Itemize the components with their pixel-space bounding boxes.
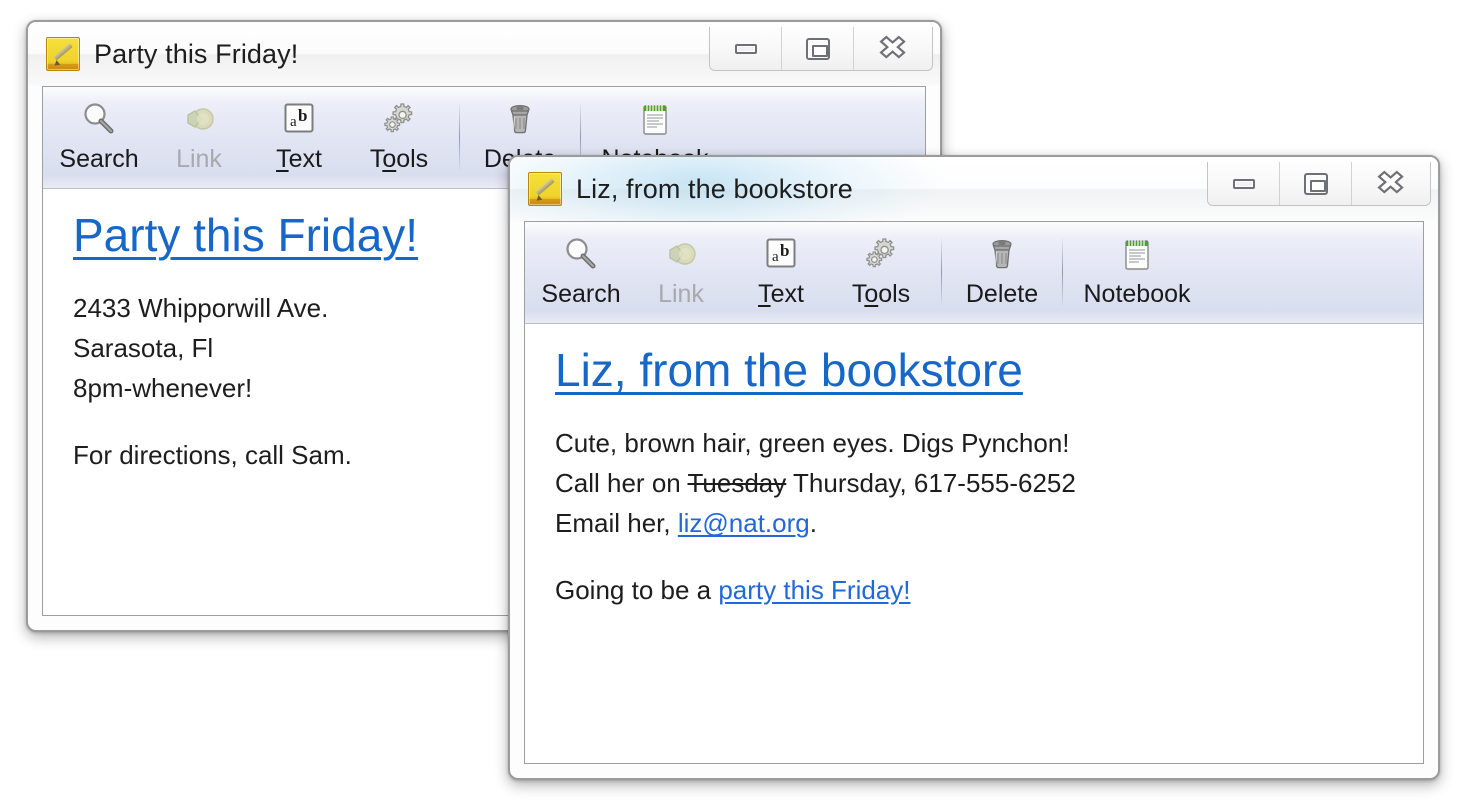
toolbar-button-text[interactable]: a b Text <box>249 87 349 188</box>
note-text: Cute, brown hair, green eyes. Digs Pynch… <box>555 423 1393 610</box>
close-button[interactable]: ✖ <box>854 27 932 70</box>
toolbar-label-tools: Tools <box>369 145 429 173</box>
ab-text-icon: a b <box>279 97 319 141</box>
toolbar-button-delete[interactable]: Delete <box>952 222 1052 323</box>
struck-text-tuesday: Tuesday <box>687 468 787 499</box>
note-line-prefix: Email her, <box>555 508 678 539</box>
toolbar-label-tools: Tools <box>851 280 911 308</box>
toolbar-button-tools[interactable]: Tools <box>831 222 931 323</box>
close-icon: ✖ <box>1375 165 1406 201</box>
restore-icon <box>1303 172 1328 195</box>
toolbar-button-search[interactable]: Search <box>49 87 149 188</box>
restore-button[interactable] <box>782 27 854 70</box>
ab-text-icon: a b <box>761 232 801 276</box>
note-line: Cute, brown hair, green eyes. Digs Pynch… <box>555 427 1070 458</box>
toolbar-button-notebook[interactable]: Notebook <box>1073 222 1201 323</box>
close-button[interactable]: ✖ <box>1352 162 1430 205</box>
gears-icon <box>861 232 901 276</box>
magnifier-icon <box>561 232 601 276</box>
email-link[interactable]: liz@nat.org <box>678 508 810 538</box>
notepad-icon <box>1117 232 1157 276</box>
svg-text:a: a <box>772 249 779 265</box>
desktop-background: Party this Friday! ✖ Search Link a b Tex… <box>0 0 1462 800</box>
note-line: Going to be a party this Friday! <box>555 570 1393 610</box>
window-liz-from-the-bookstore[interactable]: Liz, from the bookstore ✖ Search Link a … <box>508 155 1440 780</box>
toolbar-label-delete: Delete <box>965 280 1039 308</box>
party-this-friday-link[interactable]: party this Friday! <box>718 575 910 605</box>
minimize-button[interactable] <box>710 27 782 70</box>
toolbar-label-text: Text <box>758 280 804 308</box>
note-pencil-icon <box>46 37 80 71</box>
link-icon <box>661 232 701 276</box>
note-line-prefix: Call her on <box>555 468 688 499</box>
note-line: Email her, liz@nat.org. <box>555 503 1393 543</box>
magnifier-icon <box>79 97 119 141</box>
trashcan-icon <box>982 232 1022 276</box>
toolbar-button-link[interactable]: Link <box>149 87 249 188</box>
toolbar-button-search[interactable]: Search <box>531 222 631 323</box>
gears-icon <box>379 97 419 141</box>
titlebar[interactable]: Party this Friday! ✖ <box>28 22 940 86</box>
toolbar-button-tools[interactable]: Tools <box>349 87 449 188</box>
trashcan-icon <box>500 97 540 141</box>
window-client-area: Search Link <box>524 221 1424 764</box>
note-body-area: Liz, from the bookstore Cute, brown hair… <box>525 324 1423 763</box>
toolbar-label-search: Search <box>541 280 621 308</box>
toolbar-separator <box>941 238 942 306</box>
toolbar-label-text: Text <box>276 145 322 173</box>
toolbar-button-text[interactable]: a b Text <box>731 222 831 323</box>
svg-text:b: b <box>298 106 307 125</box>
titlebar[interactable]: Liz, from the bookstore ✖ <box>510 157 1438 221</box>
close-icon: ✖ <box>877 30 908 66</box>
toolbar-separator <box>459 103 460 171</box>
toolbar-label-notebook: Notebook <box>1083 280 1191 308</box>
svg-text:b: b <box>780 241 789 260</box>
restore-icon <box>805 37 830 60</box>
svg-text:a: a <box>290 114 297 130</box>
note-heading-link[interactable]: Liz, from the bookstore <box>555 344 1393 397</box>
note-line: Call her on Tuesday Thursday, 617-555-62… <box>555 463 1393 503</box>
minimize-button[interactable] <box>1208 162 1280 205</box>
note-blank-line <box>555 544 1393 570</box>
window-title: Liz, from the bookstore <box>576 173 853 204</box>
window-controls[interactable]: ✖ <box>1207 162 1431 206</box>
toolbar-label-link: Link <box>176 145 222 173</box>
note-line-suffix: Thursday, 617-555-6252 <box>786 468 1076 499</box>
notepad-icon <box>635 97 675 141</box>
note-line-suffix: . <box>809 508 817 539</box>
toolbar-label-link: Link <box>658 280 704 308</box>
restore-button[interactable] <box>1280 162 1352 205</box>
window-controls[interactable]: ✖ <box>709 27 933 71</box>
toolbar-label-search: Search <box>59 145 139 173</box>
toolbar-separator <box>1062 238 1063 306</box>
toolbar-button-link[interactable]: Link <box>631 222 731 323</box>
note-pencil-icon <box>528 172 562 206</box>
note-line-prefix: Going to be a <box>555 574 719 605</box>
minimize-icon <box>734 43 757 54</box>
link-icon <box>179 97 219 141</box>
toolbar[interactable]: Search Link <box>525 222 1423 324</box>
window-title: Party this Friday! <box>94 38 299 69</box>
minimize-icon <box>1232 178 1255 189</box>
